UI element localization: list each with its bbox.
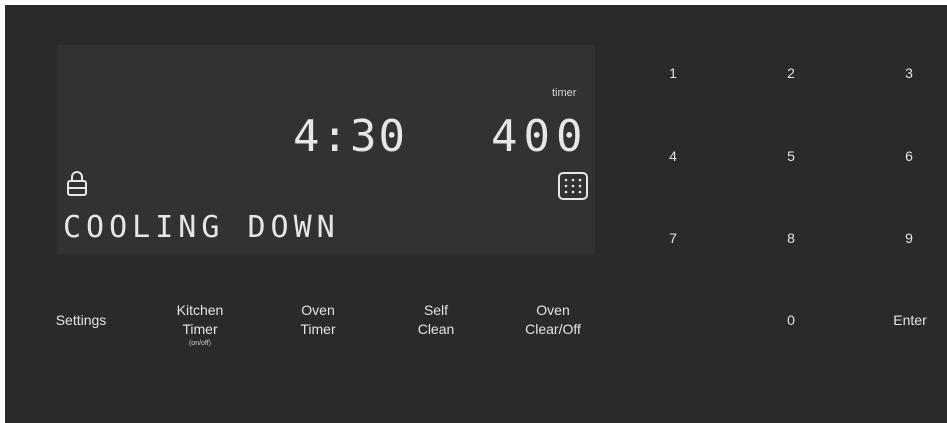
settings-button[interactable]: Settings <box>51 311 111 330</box>
keypad-6-button[interactable]: 6 <box>894 144 924 168</box>
keypad-9-button[interactable]: 9 <box>894 226 924 250</box>
kitchen-timer-sublabel: (on/off) <box>188 340 212 347</box>
keypad-8-button[interactable]: 8 <box>776 226 806 250</box>
oven-control-panel: timer 4:30 400 COOLING DOWN Settings Kit… <box>5 5 947 423</box>
keypad-2-button[interactable]: 2 <box>776 61 806 85</box>
self-clean-label-1: Self <box>423 302 449 318</box>
keypad-3-button[interactable]: 3 <box>894 61 924 85</box>
oven-clear-off-button[interactable]: Oven Clear/Off <box>513 301 593 339</box>
keypad-7-button[interactable]: 7 <box>658 226 688 250</box>
keypad-4-button[interactable]: 4 <box>658 144 688 168</box>
keypad-5-button[interactable]: 5 <box>776 144 806 168</box>
clock-readout: 4:30 <box>293 111 407 162</box>
self-clean-button[interactable]: Self Clean <box>403 301 469 339</box>
enter-button[interactable]: Enter <box>883 308 937 332</box>
kitchen-timer-label-2: Timer <box>182 321 218 337</box>
oven-timer-button[interactable]: Oven Timer <box>285 301 351 339</box>
temperature-readout: 400 <box>491 111 589 162</box>
self-clean-grid-icon <box>558 172 588 200</box>
keypad-0-button[interactable]: 0 <box>776 308 806 332</box>
oven-timer-label-1: Oven <box>301 302 335 318</box>
kitchen-timer-label-1: Kitchen <box>176 302 224 318</box>
oven-display: timer 4:30 400 COOLING DOWN <box>57 45 595 254</box>
oven-timer-label-2: Timer <box>300 321 336 337</box>
timer-label: timer <box>552 87 577 99</box>
lock-icon <box>67 171 87 196</box>
kitchen-timer-button[interactable]: Kitchen Timer (on/off) <box>165 301 235 349</box>
oven-clear-off-label-1: Oven <box>536 302 570 318</box>
oven-clear-off-label-2: Clear/Off <box>525 321 581 337</box>
keypad-1-button[interactable]: 1 <box>658 61 688 85</box>
settings-label: Settings <box>55 312 107 328</box>
self-clean-label-2: Clean <box>417 321 455 337</box>
status-message: COOLING DOWN <box>63 210 340 245</box>
